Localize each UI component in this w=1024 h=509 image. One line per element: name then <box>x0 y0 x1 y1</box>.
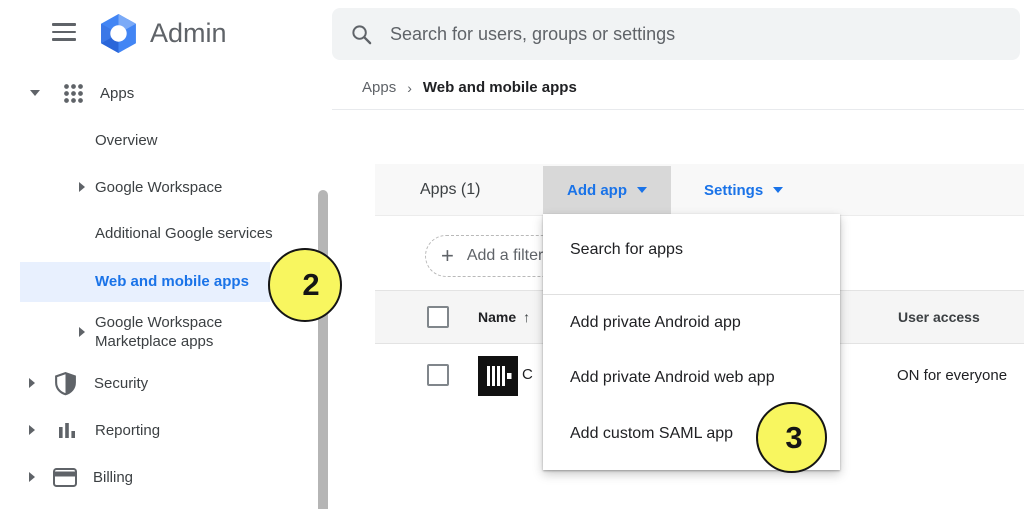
menu-item-search-for-apps[interactable]: Search for apps <box>543 214 840 285</box>
plus-icon: + <box>441 245 454 267</box>
sidebar-item-overview[interactable]: Overview <box>0 125 318 155</box>
sort-ascending-icon: ↑ <box>523 290 530 344</box>
breadcrumb-apps-link[interactable]: Apps <box>362 79 396 96</box>
brand-text: Admin <box>150 18 227 49</box>
name-column-header[interactable]: Name ↑ <box>478 290 530 344</box>
search-bar[interactable] <box>332 8 1020 60</box>
menu-item-add-private-android-web-app[interactable]: Add private Android web app <box>543 350 840 406</box>
sidebar-item-additional-google-services[interactable]: Additional Google services <box>0 218 318 248</box>
sidebar-item-security[interactable]: Security <box>0 368 318 398</box>
breadcrumb-separator-icon: › <box>407 80 412 96</box>
breadcrumb-divider <box>332 109 1024 110</box>
step-3-annotation: 3 <box>756 402 827 473</box>
menu-item-add-private-android-app[interactable]: Add private Android app <box>543 295 840 350</box>
app-icon <box>478 356 518 396</box>
sidebar-item-billing[interactable]: Billing <box>0 462 318 492</box>
apps-grid-icon <box>63 83 84 104</box>
step-2-annotation: 2 <box>268 248 342 322</box>
apps-count-label: Apps (1) <box>420 164 480 216</box>
caret-right-icon <box>29 378 35 388</box>
row-checkbox[interactable] <box>427 364 449 386</box>
settings-button[interactable]: Settings <box>700 166 787 214</box>
caret-down-icon <box>30 90 40 96</box>
caret-right-icon <box>79 182 85 192</box>
select-all-checkbox[interactable] <box>427 306 449 328</box>
caret-down-icon <box>773 187 783 193</box>
breadcrumb-current: Web and mobile apps <box>423 79 577 96</box>
user-access-column-header: User access <box>898 290 980 344</box>
admin-logo-icon <box>98 13 139 54</box>
admin-logo: Admin <box>98 13 227 54</box>
sidebar-item-marketplace-apps[interactable]: Google Workspace Marketplace apps <box>0 308 318 356</box>
caret-right-icon <box>29 425 35 435</box>
search-icon <box>350 23 373 46</box>
sidebar-scrollbar[interactable] <box>318 190 328 509</box>
shield-icon <box>54 371 77 396</box>
sidebar-item-web-and-mobile-apps[interactable]: Web and mobile apps <box>20 262 270 302</box>
caret-right-icon <box>79 327 85 337</box>
user-access-value: ON for everyone <box>897 367 1007 384</box>
caret-down-icon <box>637 187 647 193</box>
sidebar-item-reporting[interactable]: Reporting <box>0 415 318 445</box>
sidebar-item-apps[interactable]: Apps <box>0 78 318 108</box>
add-app-button[interactable]: Add app <box>543 166 671 214</box>
admin-console: Admin Apps › Web and mobile apps Apps Ov… <box>0 0 1024 509</box>
credit-card-icon <box>53 468 77 487</box>
search-input[interactable] <box>390 24 1002 45</box>
hamburger-menu-button[interactable] <box>52 23 76 41</box>
app-name: C <box>522 366 533 383</box>
caret-right-icon <box>29 472 35 482</box>
bar-chart-icon <box>58 421 76 439</box>
sidebar-item-google-workspace[interactable]: Google Workspace <box>0 172 318 202</box>
breadcrumb: Apps › Web and mobile apps <box>362 79 577 96</box>
